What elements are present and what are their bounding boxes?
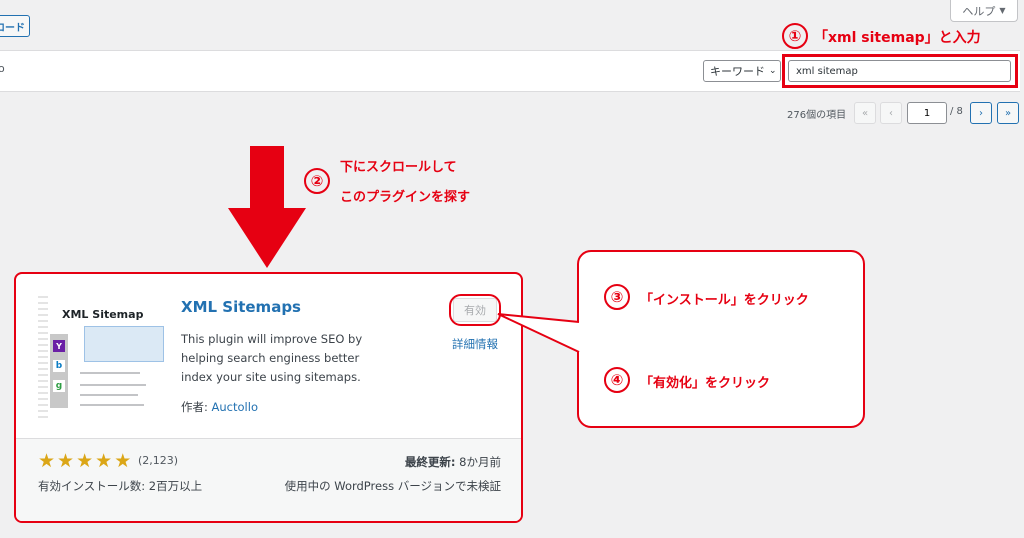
help-label: ヘルプ: [962, 4, 996, 18]
bing-icon: b: [53, 360, 65, 372]
thumbnail-title: XML Sitemap: [62, 308, 144, 321]
first-page-icon: «: [861, 107, 869, 119]
yahoo-icon: Y: [53, 340, 65, 352]
upload-label: ロード: [0, 22, 25, 34]
plugin-card: XML Sitemap Y b g XML Sitemaps This plug…: [14, 272, 523, 523]
first-page-button[interactable]: «: [854, 102, 876, 124]
prev-page-button[interactable]: ‹: [880, 102, 902, 124]
prev-page-icon: ‹: [889, 107, 893, 119]
last-updated-label: 最終更新:: [404, 455, 456, 469]
last-updated: 最終更新: 8か月前: [405, 454, 501, 470]
search-type-select[interactable]: キーワード ⌄: [703, 60, 781, 82]
author-link[interactable]: Auctollo: [212, 400, 258, 414]
step4-number: ④: [604, 367, 630, 393]
thumbnail-line: [80, 384, 146, 386]
star-icon: ★: [95, 450, 113, 472]
plugin-thumbnail: XML Sitemap Y b g: [36, 294, 164, 422]
last-page-button[interactable]: »: [997, 102, 1019, 124]
thumbnail-line: [80, 372, 140, 374]
step1-number: ①: [782, 23, 808, 49]
thumbnail-line: [80, 394, 138, 396]
step3-number: ③: [604, 284, 630, 310]
next-page-icon: ›: [979, 107, 983, 119]
last-page-icon: »: [1004, 107, 1012, 119]
help-tab[interactable]: ヘルプ ▼: [950, 0, 1018, 22]
plugin-description: This plugin will improve SEO by helping …: [181, 332, 363, 384]
active-installs: 有効インストール数: 2百万以上: [38, 479, 203, 493]
step3-text: 「インストール」をクリック: [640, 293, 809, 308]
thumbnail-line: [80, 404, 144, 406]
star-rating: ★ ★ ★ ★ ★: [38, 452, 131, 471]
star-icon: ★: [38, 450, 56, 472]
chevron-down-icon: ▼: [999, 6, 1006, 15]
star-icon: ★: [114, 450, 132, 472]
step4-text: 「有効化」をクリック: [640, 376, 771, 391]
step1-text: 「xml sitemap」と入力: [814, 30, 981, 46]
instruction-callout: [577, 250, 865, 428]
upload-plugin-button[interactable]: ロード: [0, 15, 30, 37]
step2-line2: このプラグインを探す: [340, 190, 471, 205]
step2-line1: 下にスクロールして: [340, 160, 457, 175]
plugin-author: 作者: Auctollo: [181, 399, 258, 415]
last-updated-value: 8か月前: [459, 455, 501, 469]
step2-number: ②: [304, 168, 330, 194]
author-label: 作者:: [181, 400, 212, 414]
search-type-value: キーワード: [710, 65, 765, 78]
next-page-button[interactable]: ›: [970, 102, 992, 124]
total-pages: / 8: [950, 106, 963, 117]
google-icon: g: [53, 380, 65, 392]
details-link[interactable]: 詳細情報: [452, 336, 498, 352]
down-arrow-icon: [228, 146, 306, 268]
chevron-down-icon: ⌄: [769, 66, 777, 76]
plugin-name-link[interactable]: XML Sitemaps: [181, 298, 301, 316]
current-page-input[interactable]: [907, 102, 947, 124]
thumbnail-code-strip: [38, 296, 48, 420]
rating-count[interactable]: (2,123): [138, 454, 178, 467]
star-icon: ★: [76, 450, 94, 472]
activate-highlight-ring: [449, 294, 501, 326]
compatibility-text: 使用中の WordPress バージョンで未検証: [284, 479, 501, 493]
thumbnail-info-box: [84, 326, 164, 362]
search-highlight-box: [782, 54, 1018, 88]
item-count: 276個の項目: [787, 110, 847, 121]
filter-left-fragment: o: [0, 62, 5, 75]
star-icon: ★: [57, 450, 75, 472]
